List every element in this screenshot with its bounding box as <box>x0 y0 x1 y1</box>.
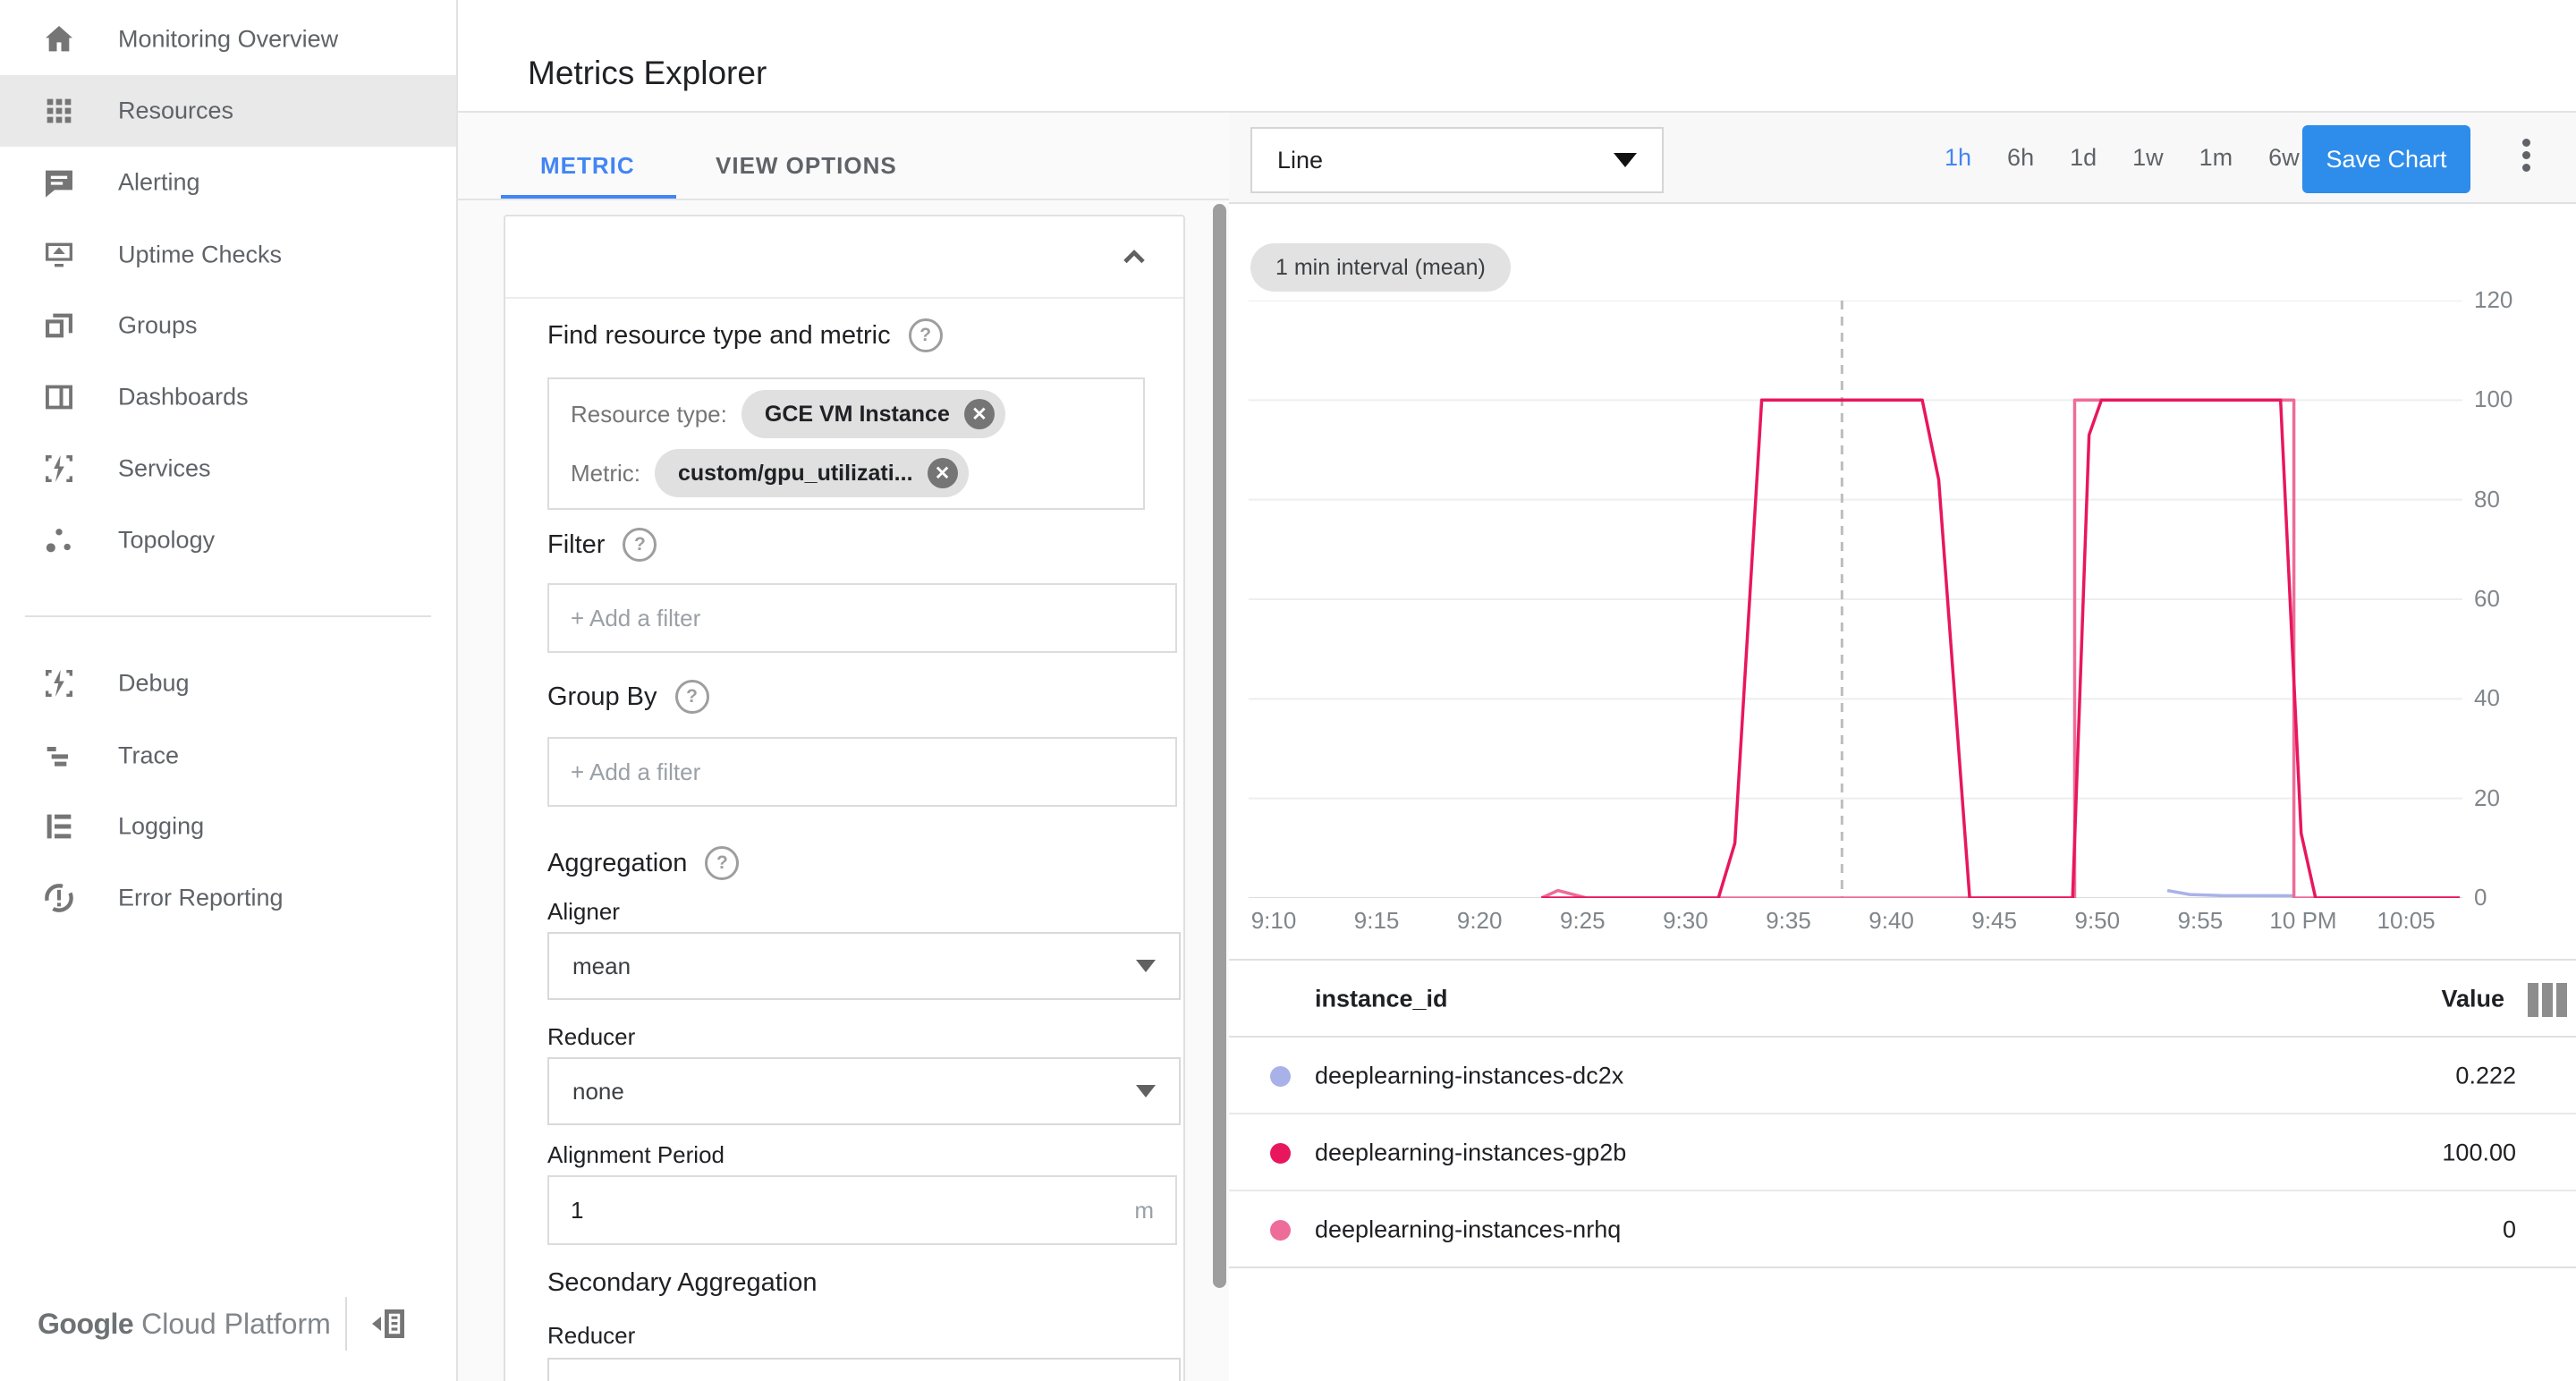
table-row[interactable]: deeplearning-instances-dc2x 0.222 <box>1229 1038 2576 1114</box>
alignment-period-label: Alignment Period <box>547 1141 724 1168</box>
chart-type-select[interactable]: Line <box>1250 127 1664 193</box>
series-color-dot <box>1270 1066 1291 1087</box>
table-row[interactable]: deeplearning-instances-nrhq 0 <box>1229 1191 2576 1268</box>
page-title: Metrics Explorer <box>528 54 767 91</box>
logging-list-icon <box>41 809 77 844</box>
column-header-value: Value <box>2441 985 2504 1012</box>
sidebar-item-debug[interactable]: Debug <box>0 648 456 719</box>
chart-toolbar: Line 1h 6h 1d 1w 1m 6w Save Chart <box>1229 113 2576 204</box>
error-reporting-icon <box>41 880 77 916</box>
y-tick-label: 0 <box>2474 884 2487 911</box>
y-tick-label: 100 <box>2474 385 2513 413</box>
metric-row: Metric: custom/gpu_utilizati... ✕ <box>571 449 969 497</box>
secondary-reducer-select[interactable]: none <box>547 1358 1181 1381</box>
gcp-logo: Google Cloud Platform <box>38 1308 331 1340</box>
metrics-explorer-app: Monitoring Overview Resources Alerting U… <box>0 0 2576 1381</box>
tab-view-options[interactable]: VIEW OPTIONS <box>716 152 897 180</box>
collapse-nav-icon[interactable] <box>367 1302 410 1345</box>
alignment-period-input[interactable]: 1 m <box>547 1175 1177 1245</box>
secondary-aggregation-title: Secondary Aggregation <box>547 1268 818 1297</box>
sidebar-item-error-reporting[interactable]: Error Reporting <box>0 862 456 934</box>
x-tick-label: 10:05 <box>2377 907 2436 934</box>
aligner-label: Aligner <box>547 898 620 925</box>
sidebar-item-resources[interactable]: Resources <box>0 75 456 147</box>
trace-bars-icon <box>41 738 77 774</box>
tab-metric[interactable]: METRIC <box>540 152 635 180</box>
filter-input[interactable]: + Add a filter <box>547 583 1177 653</box>
resource-type-chip[interactable]: GCE VM Instance ✕ <box>741 390 1005 438</box>
sidebar-divider <box>25 615 431 617</box>
reducer-label: Reducer <box>547 1023 636 1050</box>
aggregation-section-title: Aggregation ? <box>547 846 740 880</box>
time-range-1w[interactable]: 1w <box>2132 144 2164 172</box>
sidebar-item-monitoring-overview[interactable]: Monitoring Overview <box>0 4 456 75</box>
sidebar-item-trace[interactable]: Trace <box>0 720 456 792</box>
group-by-section-title: Group By ? <box>547 680 709 714</box>
chevron-down-icon <box>1136 960 1156 972</box>
topology-nodes-icon <box>41 522 77 558</box>
resource-metric-box: Resource type: GCE VM Instance ✕ Metric:… <box>547 377 1145 510</box>
time-range-6h[interactable]: 6h <box>2007 144 2034 172</box>
time-range-6w[interactable]: 6w <box>2268 144 2300 172</box>
sidebar-item-topology[interactable]: Topology <box>0 504 456 576</box>
services-bolt-icon <box>41 451 77 487</box>
column-header-instance-id: instance_id <box>1315 985 1448 1012</box>
sidebar-item-dashboards[interactable]: Dashboards <box>0 361 456 433</box>
y-tick-label: 60 <box>2474 585 2500 612</box>
reducer-select[interactable]: none <box>547 1057 1181 1125</box>
tabs-divider <box>458 199 1229 200</box>
metric-card: Find resource type and metric ? Resource… <box>504 215 1185 1381</box>
time-range-1m[interactable]: 1m <box>2199 144 2233 172</box>
help-icon[interactable]: ? <box>674 680 709 714</box>
card-header-divider <box>505 297 1183 299</box>
alerting-feedback-icon <box>41 165 77 200</box>
help-icon[interactable]: ? <box>908 318 943 352</box>
time-range-1h[interactable]: 1h <box>1945 144 1971 172</box>
metric-chip[interactable]: custom/gpu_utilizati... ✕ <box>655 449 969 497</box>
debug-bolt-icon <box>41 665 77 701</box>
metric-config-panel: METRIC VIEW OPTIONS Find resource type a… <box>458 113 1229 1381</box>
panel-scrollbar[interactable] <box>1213 204 1226 1288</box>
y-tick-label: 20 <box>2474 784 2500 811</box>
filter-section-title: Filter ? <box>547 528 657 562</box>
chevron-down-icon <box>1614 153 1637 167</box>
sidebar-item-services[interactable]: Services <box>0 433 456 504</box>
series-color-dot <box>1270 1220 1291 1241</box>
interval-badge: 1 min interval (mean) <box>1250 243 1511 292</box>
table-header-row: instance_id Value <box>1229 961 2576 1038</box>
resource-type-row: Resource type: GCE VM Instance ✕ <box>571 390 1005 438</box>
aligner-select[interactable]: mean <box>547 932 1181 1000</box>
sidebar-item-uptime-checks[interactable]: Uptime Checks <box>0 219 456 291</box>
home-icon <box>41 21 77 57</box>
sidebar-item-groups[interactable]: Groups <box>0 290 456 361</box>
y-tick-label: 120 <box>2474 286 2513 313</box>
uptime-monitor-icon <box>41 237 77 273</box>
chevron-up-icon[interactable] <box>1114 238 1154 277</box>
line-chart[interactable] <box>1249 300 2462 900</box>
chevron-down-icon <box>1136 1085 1156 1097</box>
help-icon[interactable]: ? <box>623 528 657 562</box>
sidebar-item-alerting[interactable]: Alerting <box>0 147 456 218</box>
secondary-reducer-label: Reducer <box>547 1322 636 1349</box>
y-tick-label: 40 <box>2474 684 2500 712</box>
table-row[interactable]: deeplearning-instances-gp2b 100.00 <box>1229 1114 2576 1191</box>
y-tick-label: 80 <box>2474 485 2500 513</box>
save-chart-button[interactable]: Save Chart <box>2302 125 2470 193</box>
columns-icon[interactable] <box>2526 982 2571 1018</box>
close-icon[interactable]: ✕ <box>927 458 958 488</box>
find-resource-section-title: Find resource type and metric ? <box>547 318 943 352</box>
groups-overlap-icon <box>41 308 77 343</box>
sidebar-item-logging[interactable]: Logging <box>0 791 456 862</box>
sidebar: Monitoring Overview Resources Alerting U… <box>0 0 458 1381</box>
time-range-1d[interactable]: 1d <box>2070 144 2097 172</box>
close-icon[interactable]: ✕ <box>963 399 995 429</box>
series-color-dot <box>1270 1143 1291 1164</box>
dashboard-icon <box>41 379 77 415</box>
more-options-icon[interactable] <box>2508 134 2544 184</box>
group-by-input[interactable]: + Add a filter <box>547 737 1177 807</box>
time-range-group: 1h 6h 1d 1w 1m 6w <box>1945 125 2300 190</box>
apps-grid-icon <box>41 93 77 129</box>
help-icon[interactable]: ? <box>705 846 740 880</box>
logo-divider <box>345 1297 347 1351</box>
